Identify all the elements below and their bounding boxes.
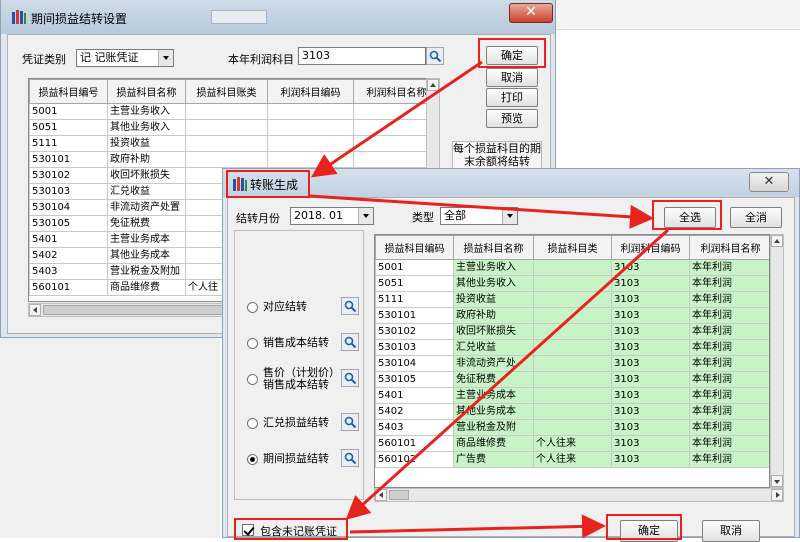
annotation-arrows: [309, 60, 670, 538]
arrow-select-all-to-checkbox: [345, 228, 670, 521]
arrow-ok-to-transfer-window: [311, 60, 483, 178]
arrow-checkbox-to-ok: [349, 514, 606, 538]
arrow-title-to-select-all: [309, 194, 654, 229]
